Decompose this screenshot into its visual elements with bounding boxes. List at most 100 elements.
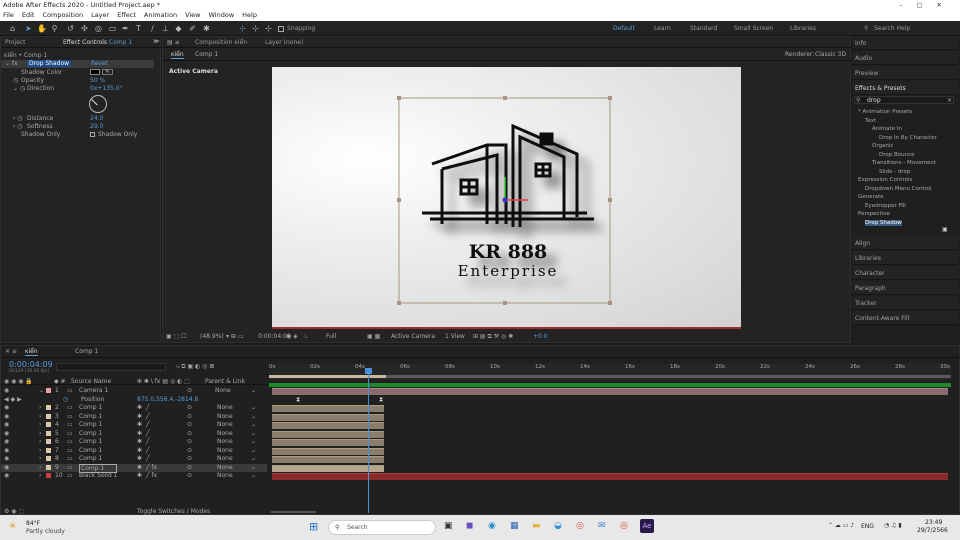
effects-tree-item[interactable]: Perspective (858, 211, 890, 217)
tab-layer[interactable]: Layer (none) (265, 39, 303, 46)
visibility-icon[interactable]: ◉ (4, 413, 9, 420)
visibility-icon[interactable]: ◉ (4, 472, 9, 479)
views-select[interactable]: 1 View (445, 333, 465, 340)
layer-switch-icons[interactable]: ✱ ╱ (137, 430, 149, 437)
opacity-stopwatch-icon[interactable]: ◷ (13, 77, 18, 84)
clock-date[interactable]: 29/7/2566 (917, 527, 948, 534)
view-options-icons[interactable]: ⊞ ▤ ⧉ ⚒ ◎ ✺ (473, 333, 513, 341)
layer-row[interactable]: ◉ › 5 ▭ Comp 1 ✱ ╱ ⊙ None ⌄ (1, 430, 267, 438)
parent-dropdown-icon[interactable]: ⌄ (251, 421, 256, 428)
parent-header[interactable]: Parent & Link (205, 378, 245, 385)
visibility-icon[interactable]: ◉ (4, 464, 9, 471)
label-color-swatch[interactable] (46, 405, 51, 410)
clone-stamp-tool-icon[interactable]: ⊥ (161, 24, 170, 33)
layer-name[interactable]: Comp 1 (79, 404, 102, 411)
playhead-handle[interactable] (365, 368, 372, 374)
explorer-icon[interactable]: ▬ (532, 521, 541, 531)
parent-pickwhip-icon[interactable]: ⊙ (187, 438, 192, 445)
layer-switch-icons[interactable]: ✱ ╱ (137, 421, 149, 428)
effects-tree-item[interactable]: Organic (872, 143, 893, 149)
comp-footer-icons[interactable]: ▣ ⬚ ☐ (166, 333, 187, 340)
timeline-timecode[interactable]: 0:00:04:09 (9, 360, 53, 369)
eyedropper-icon[interactable]: ✎ (102, 69, 113, 75)
parent-pickwhip-icon[interactable]: ⊙ (187, 421, 192, 428)
color-picker-icon[interactable]: ♨ (303, 333, 308, 340)
workspace-default[interactable]: Default (613, 25, 635, 32)
layer-name[interactable]: Comp 1 (79, 447, 102, 454)
label-color-swatch[interactable] (46, 447, 51, 453)
expand-twirl-icon[interactable]: ⌄ (39, 387, 44, 394)
source-name-header[interactable]: Source Name (71, 378, 111, 385)
resolution-select[interactable]: Full (326, 333, 336, 340)
label-color-swatch[interactable] (46, 464, 51, 470)
parent-select[interactable]: None (215, 387, 231, 394)
effects-tree-item[interactable]: Text (865, 118, 876, 124)
direction-stopwatch-icon[interactable]: ⌄ ◷ (13, 85, 25, 92)
layer-name[interactable]: Camera 1 (79, 387, 108, 394)
effects-tree-item[interactable]: Drop In By Character (879, 135, 937, 141)
effects-tree-item[interactable]: Drop Shadow (865, 219, 902, 226)
selection-tool-icon[interactable]: ➤ (24, 24, 33, 33)
panel-paragraph[interactable]: Paragraph (852, 281, 958, 295)
layer-switch-icons[interactable]: ✱ ╱ (137, 438, 149, 445)
snapping-checkbox[interactable] (278, 26, 284, 32)
keyframe-icon[interactable]: ⧗ (296, 396, 300, 404)
parent-dropdown-icon[interactable]: ⌄ (251, 413, 256, 420)
local-axis-icon[interactable]: ⊹ (238, 24, 247, 33)
eraser-tool-icon[interactable]: ◆ (174, 24, 183, 33)
window-controls[interactable]: –▢✕ (899, 1, 956, 9)
expand-twirl-icon[interactable]: › (39, 421, 41, 428)
comp-lock-icon[interactable]: ▤ ≡ (167, 39, 180, 46)
effects-tree-item[interactable]: Generate (858, 194, 884, 200)
menu-window[interactable]: Window (209, 11, 235, 21)
parent-dropdown-icon[interactable]: ⌄ (251, 404, 256, 411)
playhead[interactable] (368, 368, 369, 513)
direction-value[interactable]: 0x+135.0° (90, 85, 123, 92)
layer-name[interactable]: Comp 1 (79, 438, 102, 445)
parent-pickwhip-icon[interactable]: ⊙ (187, 430, 192, 437)
expand-twirl-icon[interactable]: › (39, 430, 41, 437)
zoom-slider[interactable] (271, 511, 316, 513)
weather-icon[interactable]: ☀ (8, 521, 17, 532)
effects-search-field[interactable]: ⚲ drop ✕ (854, 96, 954, 104)
layer-name[interactable]: Comp 1 (79, 421, 102, 428)
panel-audio[interactable]: Audio (852, 51, 958, 65)
visibility-icon[interactable]: ◉ (4, 447, 9, 454)
menu-animation[interactable]: Animation (144, 11, 177, 21)
opacity-value[interactable]: 50 % (90, 77, 105, 84)
panel-info[interactable]: Info (852, 36, 958, 50)
distance-value[interactable]: 24.0 (90, 115, 103, 122)
menu-edit[interactable]: Edit (22, 11, 35, 21)
menu-effect[interactable]: Effect (117, 11, 136, 21)
taskbar-search[interactable]: ⚲ Search (328, 520, 436, 535)
clear-search-icon[interactable]: ✕ (947, 97, 952, 104)
effects-tree-item[interactable]: Transitions - Movement (872, 160, 936, 166)
rotate-tool-icon[interactable]: ↺ (66, 24, 75, 33)
puppet-tool-icon[interactable]: ✱ (202, 24, 211, 33)
mail-icon[interactable]: ✉ (598, 521, 606, 531)
expand-twirl-icon[interactable]: › (39, 464, 41, 471)
language-indicator[interactable]: ENG (861, 523, 874, 530)
chrome-icon[interactable]: ◎ (576, 521, 584, 531)
effects-tree-item[interactable]: * Animation Presets (858, 109, 912, 115)
tab-project[interactable]: Project (5, 39, 26, 46)
timeline-close-icon[interactable]: ✕ ≡ (5, 348, 17, 355)
keyframe-nav-icons[interactable]: ◀ ◆ ▶ (4, 396, 22, 403)
parent-dropdown-icon[interactable]: ⌄ (251, 387, 256, 394)
menu-composition[interactable]: Composition (42, 11, 83, 21)
store-icon[interactable]: ▦ (510, 521, 519, 531)
effects-tree-item[interactable]: Drop Bounce (879, 152, 915, 158)
effects-tree-item[interactable]: Expression Controls (858, 177, 912, 183)
parent-pickwhip-icon[interactable]: ⊙ (187, 464, 192, 471)
effect-expand-icon[interactable]: ⌄ fx (5, 60, 18, 67)
timeline-tab-2[interactable]: Comp 1 (75, 348, 98, 355)
effects-tree-item[interactable]: Slide - drop (879, 169, 910, 175)
menu-help[interactable]: Help (242, 11, 257, 21)
panel-libraries[interactable]: Libraries (852, 251, 958, 265)
softness-stopwatch-icon[interactable]: › ◷ (13, 123, 23, 130)
keyframe-icon[interactable]: ⧗ (379, 396, 383, 404)
timeline-switches-icons[interactable]: ⤷ ⧉ ▣ ◐ ◎ ⊠ (176, 363, 214, 371)
distance-stopwatch-icon[interactable]: › ◷ (13, 115, 23, 122)
effects-tree-item[interactable]: Dropdown Menu Control (865, 186, 932, 192)
parent-dropdown-icon[interactable]: ⌄ (251, 455, 256, 462)
